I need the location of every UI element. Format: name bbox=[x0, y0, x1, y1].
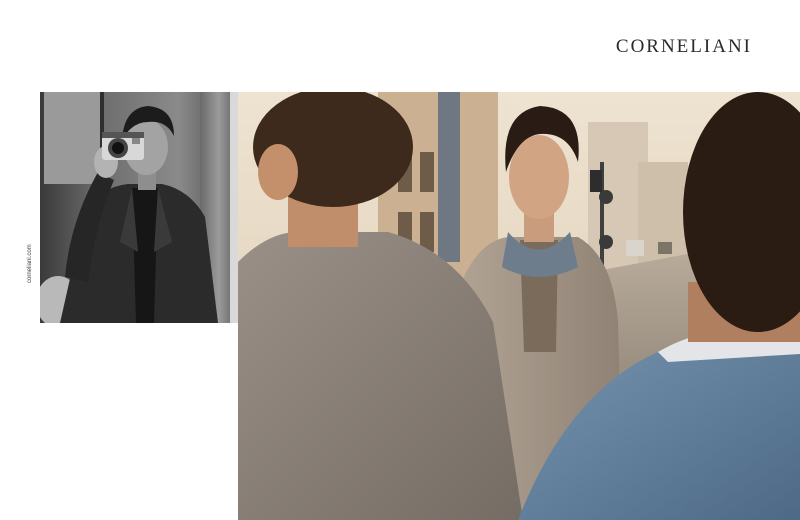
bw-photo bbox=[40, 92, 238, 323]
traffic-sign bbox=[599, 190, 613, 204]
color-photo bbox=[238, 92, 800, 520]
traffic-sign-2 bbox=[599, 235, 613, 249]
brand-logo: CORNELIANI bbox=[615, 36, 752, 57]
window bbox=[420, 152, 434, 192]
traffic-light bbox=[590, 170, 602, 192]
camera-viewfinder bbox=[132, 138, 140, 144]
center-face bbox=[509, 135, 569, 219]
ad-page: CORNELIANI corneliani.com bbox=[0, 0, 800, 520]
camera-lens-inner bbox=[112, 142, 124, 154]
street-pole bbox=[438, 92, 460, 262]
man-with-camera-icon bbox=[40, 106, 218, 323]
website-url: corneliani.com bbox=[27, 244, 33, 283]
car bbox=[658, 242, 672, 254]
bus bbox=[626, 240, 644, 256]
bw-shirt bbox=[132, 188, 158, 323]
street-scene-icon bbox=[238, 92, 800, 520]
camera-top bbox=[102, 132, 144, 138]
left-ear bbox=[258, 144, 298, 200]
